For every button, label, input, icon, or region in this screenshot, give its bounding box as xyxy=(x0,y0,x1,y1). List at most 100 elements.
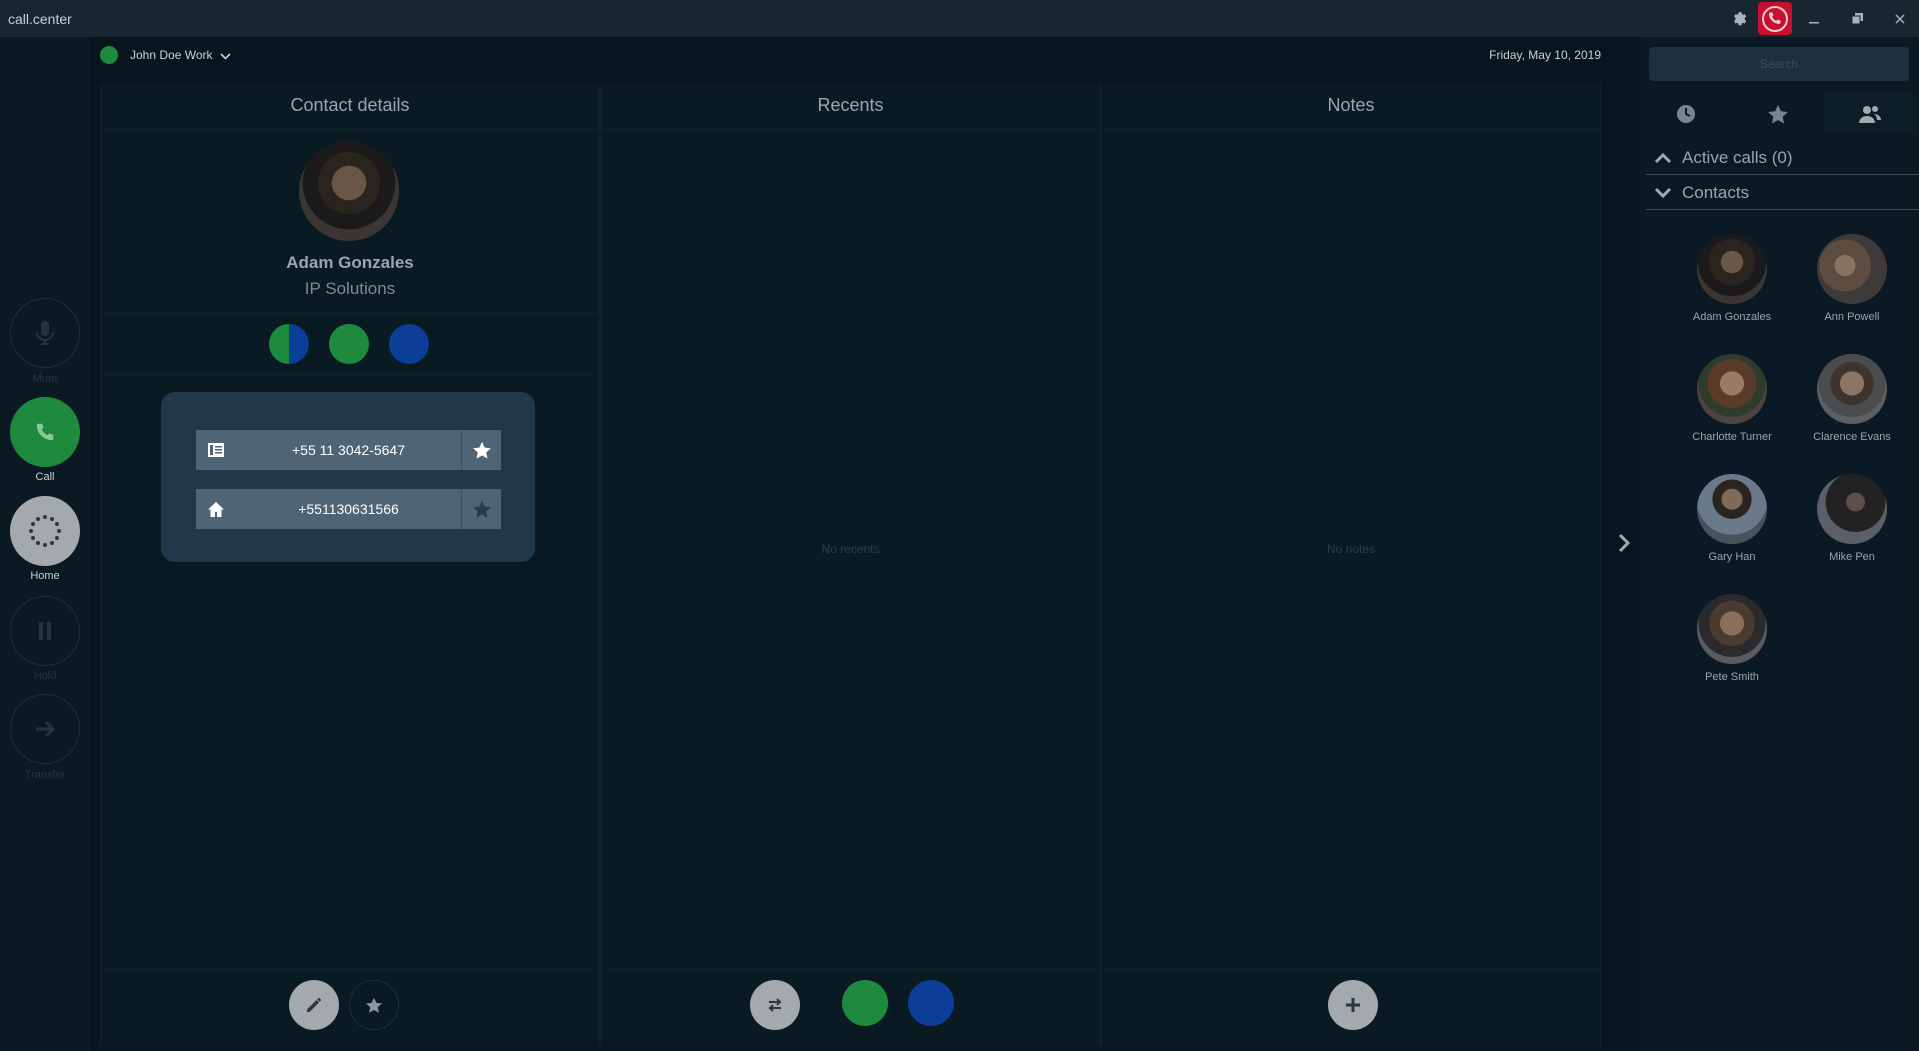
divider xyxy=(601,128,1100,129)
home-button[interactable] xyxy=(10,496,80,566)
avatar xyxy=(1817,234,1887,304)
contact-card[interactable]: Charlotte Turner xyxy=(1672,354,1792,452)
favorite-star-icon[interactable] xyxy=(461,430,501,470)
active-calls-header[interactable]: Active calls (0) xyxy=(1646,141,1919,175)
mute-button[interactable] xyxy=(10,298,80,368)
call-button[interactable] xyxy=(10,397,80,467)
home-icon xyxy=(196,489,236,529)
divider xyxy=(1102,969,1600,970)
chevron-up-icon xyxy=(1654,152,1672,163)
expand-panel-button[interactable] xyxy=(1611,528,1637,558)
contact-name: Gary Han xyxy=(1708,551,1756,563)
divider xyxy=(1102,128,1600,129)
edit-contact-button[interactable] xyxy=(289,980,339,1030)
restore-icon xyxy=(1851,13,1863,24)
tab-recents[interactable] xyxy=(1640,94,1732,134)
contact-card[interactable]: Adam Gonzales xyxy=(1672,234,1792,332)
contacts-header[interactable]: Contacts xyxy=(1646,176,1919,210)
presence-status-dot[interactable] xyxy=(100,46,118,64)
empty-notes-text: No notes xyxy=(1326,542,1376,556)
avatar xyxy=(1817,354,1887,424)
contact-name: Adam Gonzales xyxy=(1692,311,1772,323)
contacts-label: Contacts xyxy=(1682,182,1750,202)
green-status-button[interactable] xyxy=(842,980,888,1026)
phone-number-row[interactable]: +55 11 3042-5647 xyxy=(196,430,501,470)
chevron-right-icon xyxy=(1618,533,1631,553)
avatar xyxy=(1697,234,1767,304)
dial-ring-icon xyxy=(29,515,61,547)
contacts-sidebar: Active calls (0) Contacts Adam Gonzales … xyxy=(1640,37,1919,1051)
contact-card[interactable]: Mike Pen xyxy=(1792,474,1912,572)
swap-button[interactable] xyxy=(750,980,800,1030)
pause-icon xyxy=(39,622,51,640)
tab-contacts[interactable] xyxy=(1824,94,1916,134)
divider xyxy=(101,312,599,313)
contact-avatar xyxy=(299,141,399,241)
divider xyxy=(601,969,1100,970)
tab-favorites[interactable] xyxy=(1732,94,1824,134)
phone-number-row[interactable]: +551130631566 xyxy=(196,489,501,529)
home-label: Home xyxy=(30,570,60,582)
settings-gear-icon[interactable] xyxy=(1723,0,1753,37)
star-icon xyxy=(366,997,382,1013)
user-account-name[interactable]: John Doe Work xyxy=(130,48,212,62)
panel-title: Recents xyxy=(817,95,884,115)
phone-numbers-card: +55 11 3042-5647 +551130631566 xyxy=(161,392,535,562)
contact-name: Pete Smith xyxy=(1705,671,1759,683)
divider xyxy=(101,969,599,970)
contact-name: Mike Pen xyxy=(1829,551,1875,563)
phone-ring-icon xyxy=(1762,5,1788,32)
avatar xyxy=(1697,354,1767,424)
plus-icon xyxy=(1346,998,1360,1012)
business-card-icon xyxy=(196,430,236,470)
pencil-icon xyxy=(307,998,321,1012)
hold-button[interactable] xyxy=(10,596,80,666)
current-date: Friday, May 10, 2019 xyxy=(1489,48,1601,62)
avatar xyxy=(1697,474,1767,544)
microphone-icon xyxy=(36,321,54,345)
hold-label: Hold xyxy=(33,670,57,682)
close-icon xyxy=(1895,13,1905,24)
contact-card[interactable]: Ann Powell xyxy=(1792,234,1912,332)
blue-status-button[interactable] xyxy=(908,980,954,1026)
contact-card[interactable]: Gary Han xyxy=(1672,474,1792,572)
restore-button[interactable] xyxy=(1843,0,1871,37)
swap-arrows-icon xyxy=(768,998,782,1012)
chevron-down-icon[interactable] xyxy=(220,48,231,66)
contact-name: Clarence Evans xyxy=(1813,431,1891,443)
transfer-button[interactable] xyxy=(10,694,80,764)
divider xyxy=(101,128,599,129)
empty-recents-text: No recents xyxy=(821,542,880,556)
favorite-contact-button[interactable] xyxy=(349,980,399,1030)
transfer-label: Transfer xyxy=(24,769,66,781)
contact-company: IP Solutions xyxy=(304,279,396,298)
contacts-icon xyxy=(1859,106,1881,123)
call-label: Call xyxy=(35,471,55,483)
minimize-button[interactable] xyxy=(1800,0,1828,37)
contact-name: Adam Gonzales xyxy=(286,253,414,272)
phone-icon xyxy=(36,423,54,441)
contact-card[interactable]: Clarence Evans xyxy=(1792,354,1912,452)
chevron-down-icon xyxy=(1654,187,1672,198)
phone-number-text[interactable]: +551130631566 xyxy=(236,489,461,529)
status-blue-dot[interactable] xyxy=(389,324,429,364)
contact-name: Ann Powell xyxy=(1824,311,1880,323)
mute-label: Mute xyxy=(32,373,58,385)
avatar xyxy=(1817,474,1887,544)
add-note-button[interactable] xyxy=(1328,980,1378,1030)
title-bar: call.center xyxy=(0,0,1919,37)
notes-panel: Notes No notes xyxy=(1101,83,1601,1047)
clock-icon xyxy=(1677,105,1695,123)
arrow-right-icon xyxy=(36,720,56,738)
call-status-button[interactable] xyxy=(1758,2,1792,35)
contact-card[interactable]: Pete Smith xyxy=(1672,594,1792,692)
search-input[interactable] xyxy=(1649,47,1909,81)
phone-number-text[interactable]: +55 11 3042-5647 xyxy=(236,430,461,470)
close-button[interactable] xyxy=(1886,0,1914,37)
favorite-star-icon[interactable] xyxy=(461,489,501,529)
status-split-dot[interactable] xyxy=(269,324,309,364)
active-calls-label: Active calls (0) xyxy=(1682,147,1793,167)
contact-details-panel: Contact details Adam Gonzales IP Solutio… xyxy=(100,83,600,1047)
panel-title: Contact details xyxy=(290,95,410,115)
status-green-dot[interactable] xyxy=(329,324,369,364)
